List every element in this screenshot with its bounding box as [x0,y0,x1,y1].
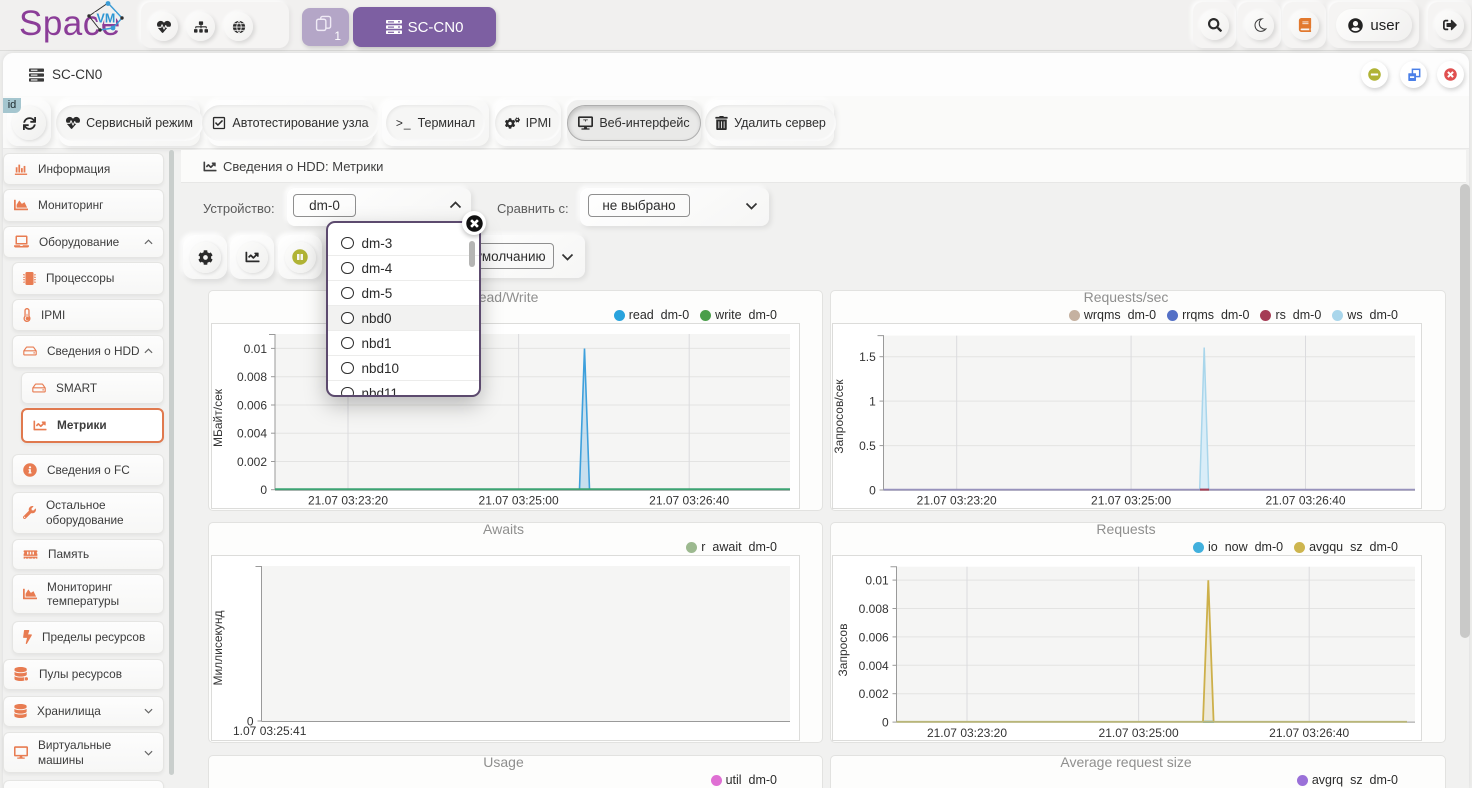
svg-text:0: 0 [869,483,876,497]
svg-text:0.5: 0.5 [859,439,876,453]
svg-text:0.002: 0.002 [859,687,889,701]
svg-text:0: 0 [260,483,267,497]
svg-text:21.07 03:23:20: 21.07 03:23:20 [917,494,997,508]
svg-text:21.07 03:25:00: 21.07 03:25:00 [479,494,559,508]
svg-text:Запросов: Запросов [836,624,850,677]
svg-text:0.008: 0.008 [237,370,267,384]
svg-text:1.07 03:25:41: 1.07 03:25:41 [233,724,307,738]
svg-text:21.07 03:26:40: 21.07 03:26:40 [649,494,729,508]
svg-text:МБайт/сек: МБайт/сек [211,388,225,447]
svg-text:21.07 03:25:00: 21.07 03:25:00 [1099,726,1179,740]
svg-text:0.008: 0.008 [859,602,889,616]
svg-text:21.07 03:26:40: 21.07 03:26:40 [1265,494,1345,508]
svg-text:21.07 03:23:20: 21.07 03:23:20 [927,726,1007,740]
svg-text:21.07 03:25:00: 21.07 03:25:00 [1091,494,1171,508]
svg-text:0.004: 0.004 [859,659,889,673]
svg-text:1: 1 [869,394,876,408]
svg-text:0.01: 0.01 [244,342,268,356]
svg-text:Миллисекунд: Миллисекунд [211,610,225,685]
svg-text:0.006: 0.006 [237,399,267,413]
svg-text:Запросов/сек: Запросов/сек [832,379,846,454]
svg-text:0.01: 0.01 [865,574,889,588]
svg-text:0.004: 0.004 [237,427,267,441]
svg-text:0.006: 0.006 [859,630,889,644]
svg-text:21.07 03:26:40: 21.07 03:26:40 [1269,726,1349,740]
svg-text:0.002: 0.002 [237,455,267,469]
svg-text:21.07 03:23:20: 21.07 03:23:20 [308,494,388,508]
svg-text:VM: VM [97,12,116,26]
svg-text:0: 0 [882,716,889,730]
svg-text:1.5: 1.5 [859,350,876,364]
